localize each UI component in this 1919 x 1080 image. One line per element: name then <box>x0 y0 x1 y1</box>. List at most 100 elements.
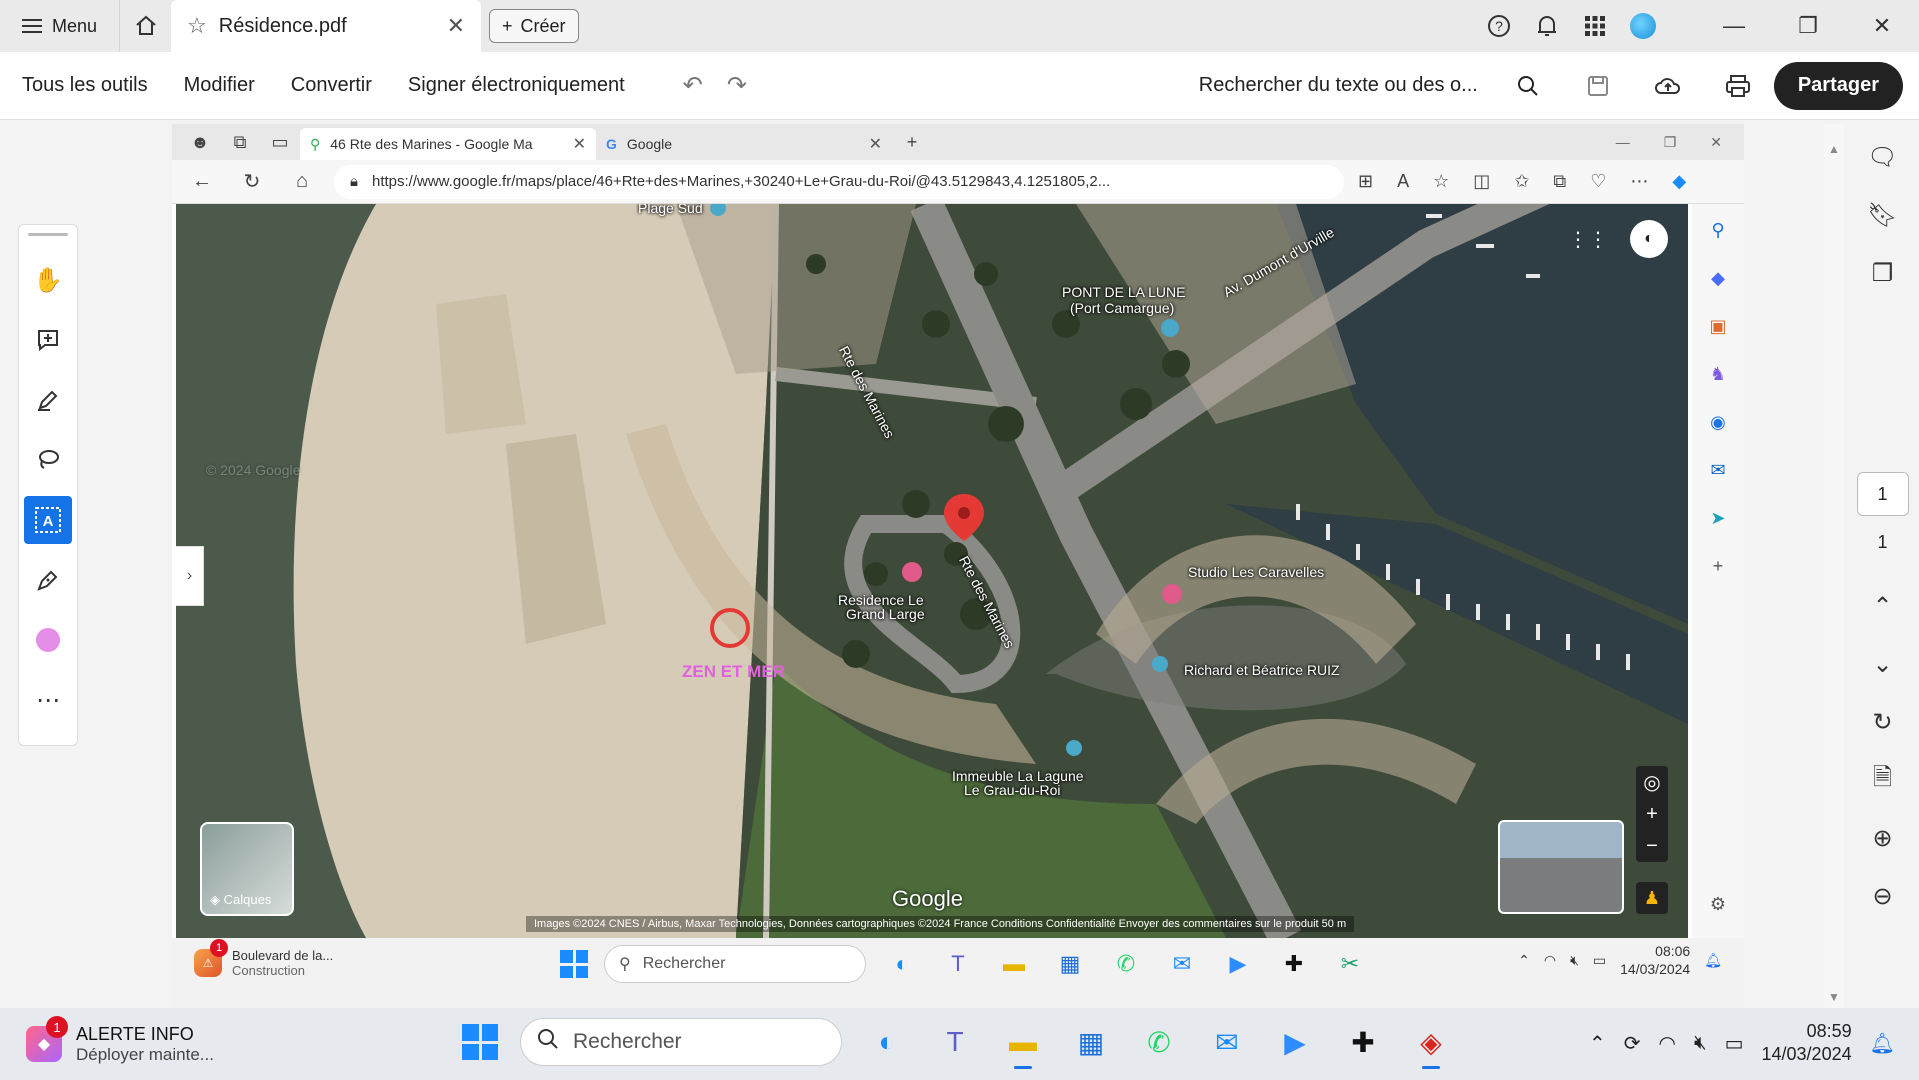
home-button[interactable] <box>119 0 171 52</box>
mail-app-icon[interactable]: ✉ <box>1162 944 1202 984</box>
edge-app-icon[interactable]: ◐ <box>882 944 922 984</box>
cloud-upload-icon[interactable] <box>1648 66 1688 106</box>
sidebar-settings-icon[interactable]: ⚙ <box>1703 890 1733 918</box>
search-icon[interactable] <box>1508 66 1548 106</box>
acrobat-app-icon[interactable]: ◈ <box>1408 1019 1454 1069</box>
close-tab-icon[interactable]: ✕ <box>447 13 465 39</box>
collections-icon[interactable]: ⧉ <box>1553 171 1566 192</box>
zoom-in-icon[interactable]: ⊕ <box>1858 813 1908 863</box>
wifi-icon[interactable]: ◠ <box>1544 952 1556 969</box>
inner-news-widget[interactable]: ⚠ 1 Boulevard de la... Construction <box>172 939 333 978</box>
url-field[interactable]: 🔒︎ https://www.google.fr/maps/place/46+R… <box>334 164 1344 199</box>
search-text-label[interactable]: Rechercher du texte ou des o... <box>1199 74 1478 97</box>
current-page-input[interactable]: 1 <box>1856 472 1909 516</box>
browser-tab-google[interactable]: G Google ✕ <box>596 128 892 160</box>
more-tools-icon[interactable]: ⋯ <box>24 676 72 724</box>
edit-menu[interactable]: Modifier <box>166 74 273 97</box>
start-button[interactable] <box>462 1024 498 1060</box>
zoom-out-button[interactable]: − <box>1646 830 1658 862</box>
browser-minimize-button[interactable]: — <box>1616 134 1630 151</box>
new-tab-icon[interactable]: + <box>892 132 932 153</box>
help-icon[interactable]: ? <box>1475 0 1523 52</box>
layers-button[interactable]: ◈ Calques <box>200 822 294 916</box>
pegman-icon[interactable]: ♟ <box>1636 882 1668 914</box>
read-aloud-icon[interactable]: A <box>1397 171 1409 192</box>
sync-icon[interactable]: ⟳ <box>1624 1031 1641 1056</box>
alert-news-widget[interactable]: ◆ 1 ALERTE INFO Déployer mainte... <box>0 1016 214 1065</box>
satellite-map[interactable]: Plage Sud PONT DE LA LUNE (Port Camargue… <box>176 204 1688 938</box>
store-app-icon[interactable]: ▦ <box>1050 944 1090 984</box>
tray-chevron-icon[interactable]: ⌃ <box>1518 952 1530 969</box>
menu-button[interactable]: Menu <box>0 0 119 52</box>
esign-menu[interactable]: Signer électroniquement <box>390 74 643 97</box>
tray-chevron-icon[interactable]: ⌃ <box>1589 1031 1606 1056</box>
browser-tab-maps[interactable]: ⚲ 46 Rte des Marines - Google Ma ✕ <box>300 128 596 160</box>
previous-page-icon[interactable]: ⌃ <box>1858 581 1908 631</box>
close-tab-icon[interactable]: ✕ <box>573 134 586 154</box>
text-select-tool-icon[interactable]: A <box>24 496 72 544</box>
share-button[interactable]: Partager <box>1773 61 1903 110</box>
zoom-app-icon[interactable]: ▶ <box>1218 944 1258 984</box>
redo-icon[interactable]: ↷ <box>727 71 747 100</box>
comments-panel-icon[interactable]: 🗨︎ <box>1858 132 1908 182</box>
browser-restore-button[interactable]: ❐ <box>1664 134 1677 151</box>
whatsapp-app-icon[interactable]: ✆ <box>1106 944 1146 984</box>
sidebar-games-icon[interactable]: ♞ <box>1703 360 1733 388</box>
sidebar-tools-icon[interactable]: ▣ <box>1703 312 1733 340</box>
lasso-draw-icon[interactable] <box>24 436 72 484</box>
favorites-icon[interactable]: ✩ <box>1514 171 1529 192</box>
tab-actions-icon[interactable]: ▭ <box>260 132 300 153</box>
store-app-icon[interactable]: ▦ <box>1068 1019 1114 1065</box>
sidebar-shopping-icon[interactable]: ◆ <box>1703 264 1733 292</box>
app-available-icon[interactable]: ⊞ <box>1358 171 1373 192</box>
close-window-button[interactable]: ✕ <box>1845 0 1919 52</box>
browser-close-button[interactable]: ✕ <box>1710 134 1722 151</box>
all-tools-menu[interactable]: Tous les outils <box>0 74 166 97</box>
undo-icon[interactable]: ↶ <box>683 71 703 100</box>
split-screen-icon[interactable]: ◫ <box>1473 171 1490 192</box>
convert-menu[interactable]: Convertir <box>273 74 390 97</box>
create-button[interactable]: + Créer <box>489 9 579 43</box>
document-scrollbar[interactable]: ▲ ▼ <box>1824 124 1844 1008</box>
whatsapp-app-icon[interactable]: ✆ <box>1136 1019 1182 1065</box>
street-view-thumbnail[interactable] <box>1498 820 1624 914</box>
battery-icon[interactable]: ▭ <box>1593 952 1606 969</box>
edge-app-icon[interactable]: ◐ <box>864 1019 910 1065</box>
notification-bell-icon[interactable]: 🔔︎ <box>1870 1031 1895 1056</box>
back-arrow-icon[interactable]: ← <box>184 170 220 193</box>
zoom-in-button[interactable]: + <box>1646 798 1658 830</box>
user-avatar[interactable] <box>1619 0 1667 52</box>
profile-icon[interactable]: ☻ <box>180 132 220 153</box>
taskbar-clock[interactable]: 08:59 14/03/2024 <box>1762 1020 1852 1066</box>
bookmarks-panel-icon[interactable]: 🔖︎ <box>1858 190 1908 240</box>
teams-app-icon[interactable]: T <box>932 1019 978 1065</box>
account-icon[interactable]: ◐ <box>1630 220 1668 258</box>
notification-bell-icon[interactable]: 🔔︎ <box>1704 952 1722 969</box>
sidebar-search-icon[interactable]: ⚲ <box>1703 216 1733 244</box>
document-settings-icon[interactable]: 🗎︎ <box>1858 755 1908 805</box>
plus-app-icon[interactable]: ✚ <box>1340 1019 1386 1065</box>
apps-grid-icon[interactable] <box>1571 0 1619 52</box>
file-explorer-icon[interactable]: ▬ <box>1000 1019 1046 1069</box>
expand-panel-button[interactable]: › <box>176 546 204 606</box>
next-page-icon[interactable]: ⌄ <box>1858 639 1908 689</box>
browser-essentials-icon[interactable]: ♡ <box>1590 171 1606 192</box>
document-tab[interactable]: ☆ Résidence.pdf ✕ <box>171 0 482 52</box>
inner-clock[interactable]: 08:06 14/03/2024 <box>1620 942 1690 978</box>
inner-search-box[interactable]: ⚲ Rechercher <box>604 945 866 983</box>
zoom-out-icon[interactable]: ⊖ <box>1858 871 1908 921</box>
add-comment-icon[interactable] <box>24 316 72 364</box>
google-apps-icon[interactable]: ⋮⋮ <box>1568 227 1608 252</box>
wifi-icon[interactable]: ◠ <box>1659 1031 1676 1056</box>
plus-app-icon[interactable]: ✚ <box>1274 944 1314 984</box>
highlight-pen-icon[interactable] <box>24 376 72 424</box>
mute-icon[interactable]: 🔇︎ <box>1570 952 1579 969</box>
save-icon[interactable] <box>1578 66 1618 106</box>
battery-icon[interactable]: ▭ <box>1725 1031 1744 1056</box>
settings-more-icon[interactable]: ⋯ <box>1630 171 1648 192</box>
favorite-star-icon[interactable]: ☆ <box>1433 171 1449 192</box>
sidebar-m365-icon[interactable]: ◉ <box>1703 408 1733 436</box>
home-icon[interactable]: ⌂ <box>284 170 320 193</box>
sidebar-add-icon[interactable]: + <box>1703 552 1733 580</box>
rotate-icon[interactable]: ↻ <box>1858 697 1908 747</box>
